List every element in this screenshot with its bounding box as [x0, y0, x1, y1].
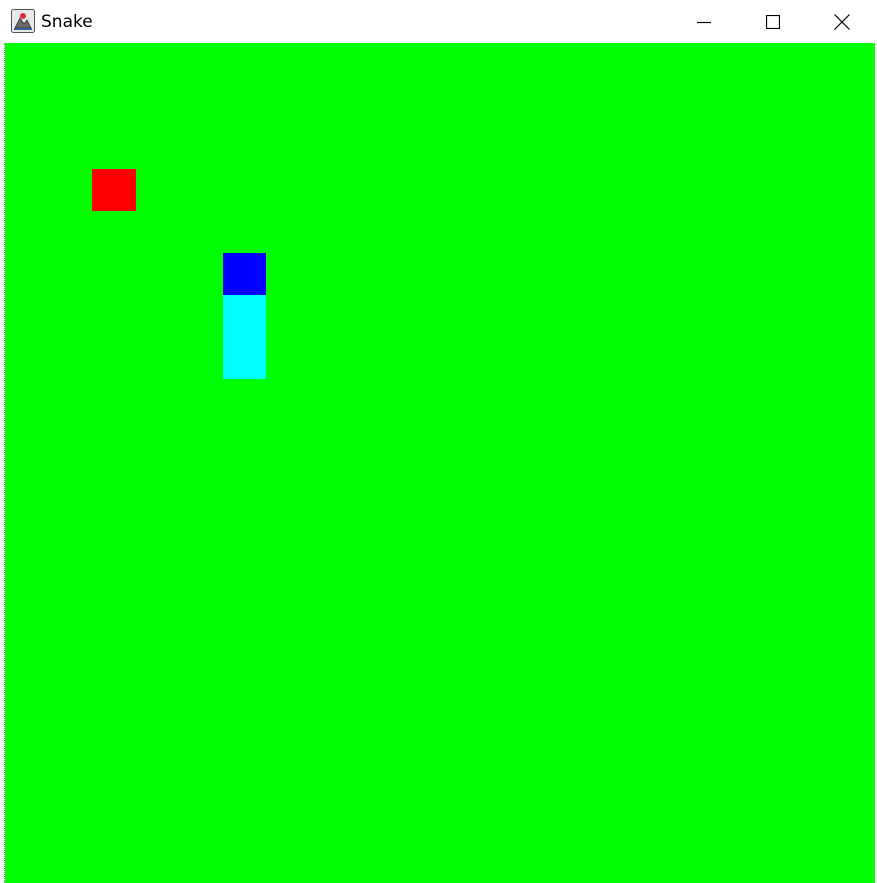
minimize-button[interactable]: [669, 0, 739, 43]
snake-head: [222, 253, 266, 295]
maximize-icon: [766, 14, 780, 29]
window-title: Snake: [41, 12, 93, 32]
snake-window: Snake: [0, 0, 877, 883]
close-icon: [834, 13, 850, 30]
snake-body-segment: [222, 337, 266, 379]
snake-body-segment: [222, 295, 266, 337]
java-app-icon[interactable]: [11, 9, 35, 33]
close-button[interactable]: [807, 0, 877, 43]
food-cell: [92, 169, 136, 211]
title-bar[interactable]: Snake: [0, 0, 877, 43]
game-board[interactable]: [5, 43, 875, 883]
minimize-icon: [697, 21, 711, 23]
maximize-button[interactable]: [738, 0, 808, 43]
